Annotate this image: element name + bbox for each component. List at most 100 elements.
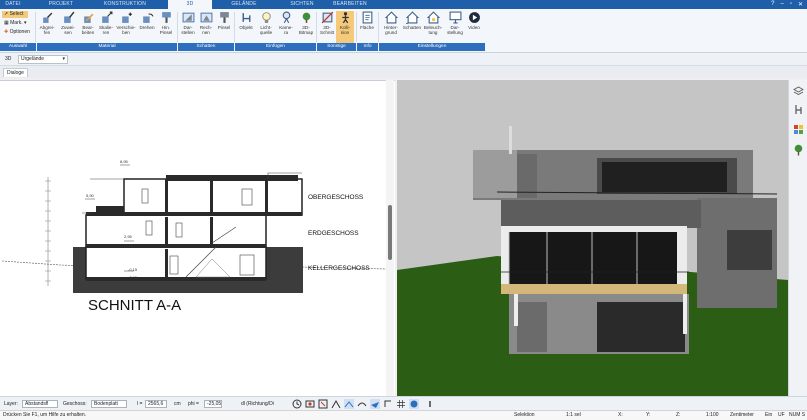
divider bbox=[234, 12, 235, 42]
rotate-icon bbox=[142, 13, 153, 23]
view-mode-label: 3D bbox=[5, 56, 12, 62]
mark-button[interactable]: ▦ Mark. ▾ bbox=[2, 20, 27, 27]
status-unit: Zentimeter bbox=[730, 412, 754, 418]
objekt-button[interactable]: Objekt bbox=[236, 11, 256, 43]
level-mark: 5,90 bbox=[86, 193, 95, 198]
angle-icon[interactable] bbox=[344, 399, 354, 409]
kamera-button[interactable]: Kame- ra bbox=[276, 11, 296, 43]
vertical-scrollbar[interactable] bbox=[386, 80, 394, 396]
shadow-brush-icon bbox=[219, 12, 229, 23]
terrain-dropdown[interactable]: Urgelände ▾ bbox=[18, 55, 68, 64]
level-mark: 0,00 bbox=[124, 243, 133, 248]
info-icon[interactable] bbox=[425, 399, 435, 409]
tab-gelaende[interactable]: GELÄNDE bbox=[228, 0, 260, 9]
beleuchtung-button[interactable]: Beleuch- tung bbox=[422, 11, 444, 43]
minimize-icon[interactable]: – bbox=[780, 1, 783, 8]
darstellung-button[interactable]: Dar- stellung bbox=[444, 11, 466, 43]
maximize-icon[interactable]: ▫ bbox=[790, 1, 792, 8]
schatten-darstellen-button[interactable]: Dar- stellen bbox=[179, 11, 197, 43]
area-icon bbox=[362, 11, 372, 24]
plant-icon[interactable] bbox=[793, 144, 804, 156]
tab-bearbeiten[interactable]: BEARBEITEN bbox=[330, 0, 370, 9]
clock-icon[interactable] bbox=[292, 399, 302, 409]
walk-icon[interactable] bbox=[370, 399, 380, 409]
tab-sichten[interactable]: SICHTEN bbox=[286, 0, 318, 9]
play-icon bbox=[468, 12, 480, 23]
group-einstellungen: Einstellungen bbox=[379, 43, 485, 51]
section-cut-icon bbox=[321, 11, 333, 24]
grid-icon[interactable] bbox=[396, 399, 406, 409]
status-selection: 1:1 sel bbox=[566, 412, 581, 418]
close-icon[interactable]: ✕ bbox=[798, 1, 803, 8]
house-background-icon bbox=[384, 11, 398, 24]
tab-datei[interactable]: DATEI bbox=[0, 0, 26, 9]
dialog-tab-bar: Dialoge bbox=[0, 66, 807, 78]
chair-icon[interactable] bbox=[793, 104, 804, 115]
nav-icon[interactable] bbox=[409, 399, 419, 409]
schatten-pinsel-button[interactable]: Pinsel bbox=[215, 11, 233, 43]
verschieben-button[interactable]: Verschie- ben bbox=[115, 11, 137, 43]
length-input[interactable]: 2565,6 bbox=[145, 400, 167, 408]
chair-object-icon bbox=[242, 13, 250, 22]
help-icon[interactable]: ? bbox=[771, 1, 774, 8]
tab-dialoge[interactable]: Dialoge bbox=[3, 68, 28, 77]
zuweisen-button[interactable]: Zuwei- sen bbox=[58, 11, 78, 43]
status-uf: UF bbox=[778, 412, 785, 418]
3d-schnitt-button[interactable]: 3D- Schnitt bbox=[318, 11, 336, 43]
collision-icon bbox=[341, 12, 349, 24]
tab-konstruktion[interactable]: KONSTRUKTION bbox=[100, 0, 150, 9]
hintergrund-button[interactable]: Hinter- grund bbox=[380, 11, 402, 43]
bulb-icon bbox=[261, 12, 271, 23]
status-x: X: bbox=[618, 412, 623, 418]
drehen-button[interactable]: Drehen bbox=[137, 11, 157, 43]
layer-select[interactable]: Abstandsfl bbox=[22, 400, 58, 408]
hin-pinsel-button[interactable]: Hin. Pinsel bbox=[157, 11, 175, 43]
skalieren-button[interactable]: Skalie- ren bbox=[96, 11, 116, 43]
snap-icon[interactable] bbox=[331, 399, 341, 409]
divider bbox=[177, 12, 178, 42]
options-button[interactable]: ✚ Optionen bbox=[2, 29, 30, 36]
ortho-icon[interactable] bbox=[383, 399, 393, 409]
schatten-button[interactable]: Schatten bbox=[401, 11, 423, 43]
section-title: SCHNITT A-A bbox=[88, 297, 181, 314]
select-button[interactable]: ➚ Select bbox=[2, 11, 28, 18]
section-view-pane[interactable]: 8,95 5,90 2,95 0,00 -0,15 -2,95 OBERGESC… bbox=[0, 80, 395, 396]
level-mark: -2,95 bbox=[128, 275, 138, 280]
materials-icon[interactable] bbox=[793, 124, 804, 135]
move-icon bbox=[121, 12, 132, 23]
view-toolbar: 3D Urgelände ▾ bbox=[0, 53, 807, 66]
phi-input[interactable]: -25,05 bbox=[204, 400, 222, 408]
3d-bitmap-button[interactable]: 3D- Bitmap bbox=[296, 11, 316, 43]
level-mark: 8,95 bbox=[120, 159, 129, 164]
brush-icon bbox=[161, 12, 171, 23]
house-shadow-icon bbox=[405, 11, 419, 24]
kollision-button[interactable]: Kolli- sion bbox=[336, 11, 354, 43]
group-schatten: Schatten bbox=[178, 43, 234, 51]
layers-icon[interactable] bbox=[793, 86, 804, 97]
record-icon[interactable] bbox=[305, 399, 315, 409]
bearbeiten-button[interactable]: Bear- beiten bbox=[78, 11, 98, 43]
level-mark: -0,15 bbox=[128, 267, 138, 272]
status-hint: Drücken Sie F1, um Hilfe zu erhalten. bbox=[3, 412, 87, 418]
schatten-rechnen-button[interactable]: Rech- nen bbox=[197, 11, 215, 43]
scrollbar-thumb[interactable] bbox=[388, 205, 392, 260]
group-auswahl: Auswahl bbox=[0, 43, 36, 51]
path-icon[interactable] bbox=[357, 399, 367, 409]
3d-house-render bbox=[397, 80, 788, 396]
divider bbox=[378, 12, 379, 42]
status-num: NUM S bbox=[789, 412, 806, 418]
window-controls: ? – ▫ ✕ bbox=[771, 1, 803, 8]
geschoss-select[interactable]: Bodenplatt bbox=[91, 400, 127, 408]
tab-projekt[interactable]: PROJEKT bbox=[44, 0, 78, 9]
tab-3d[interactable]: 3D bbox=[168, 0, 212, 9]
flaeche-button[interactable]: Fläche bbox=[358, 11, 376, 43]
lichtquelle-button[interactable]: Licht- quelle bbox=[256, 11, 276, 43]
group-sonstige: Sonstige bbox=[317, 43, 356, 51]
cursor-icon: ➚ bbox=[4, 11, 9, 17]
3d-view-pane[interactable] bbox=[397, 80, 788, 396]
abgreifen-button[interactable]: Abgrei- fen bbox=[37, 11, 57, 43]
house-light-icon bbox=[426, 11, 440, 24]
floor-label-eg: ERDGESCHOSS bbox=[308, 230, 359, 237]
video-button[interactable]: Video bbox=[464, 11, 484, 43]
frame-icon[interactable] bbox=[318, 399, 328, 409]
